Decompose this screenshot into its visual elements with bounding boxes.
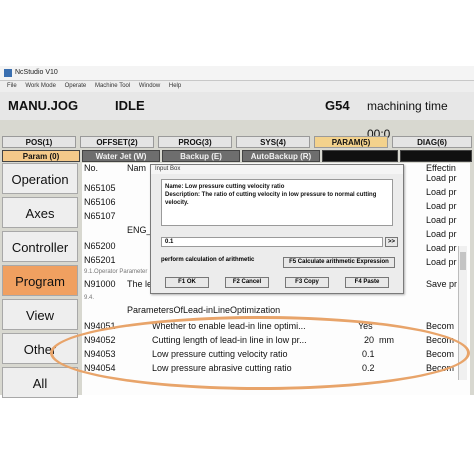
sidebar-item-axes[interactable]: Axes [2,197,78,228]
highlight-oval [50,316,470,390]
ok-button[interactable]: F1 OK [165,277,209,288]
row-code-n65106[interactable]: N65106 [84,197,116,207]
subtab-blank-2[interactable] [400,150,472,162]
header-no: No. [84,163,99,173]
tab-prog[interactable]: PROG(3) [158,136,232,148]
main-tabs: POS(1) OFFSET(2) PROG(3) SYS(4) PARAM(5)… [0,136,474,149]
coord-label: G54 [325,98,350,113]
menu-help[interactable]: Help [169,83,181,89]
eng-label: ENG_ [127,225,152,235]
calculate-expression-button[interactable]: F5 Calculate arithmetic Expression [283,257,395,268]
row-code-n65200[interactable]: N65200 [84,241,116,251]
tab-offset[interactable]: OFFSET(2) [80,136,154,148]
title-bar: NcStudio V10 [0,66,474,81]
row-code-n65201[interactable]: N65201 [84,255,116,265]
effect-load-6: Load pr [426,243,457,253]
tab-pos[interactable]: POS(1) [2,136,76,148]
menu-bar: File Work Mode Operate Machine Tool Wind… [0,81,474,92]
row-name-n91000[interactable]: The le [127,279,152,289]
row-effect-n91000: Save pr [426,279,458,289]
effect-load-3: Load pr [426,201,457,211]
input-box-dialog: Input Box Name: Low pressure cutting vel… [150,164,404,294]
window-title: NcStudio V10 [15,69,58,76]
dialog-description-box: Name: Low pressure cutting velocity rati… [161,179,393,226]
row-code-n91000[interactable]: N91000 [84,279,116,289]
tab-param[interactable]: PARAM(5) [314,136,388,148]
sidebar-item-controller[interactable]: Controller [2,231,78,262]
state-label: IDLE [115,98,145,113]
status-row: MANU.JOG IDLE G54 machining time 00:0 [0,92,474,141]
subtab-autobackup[interactable]: AutoBackup (R) [242,150,320,162]
section-94: 9.4. [84,295,95,301]
menu-machine-tool[interactable]: Machine Tool [95,83,130,89]
effect-load-4: Load pr [426,215,457,225]
dialog-more-button[interactable]: >> [385,237,398,247]
row-code-n65107[interactable]: N65107 [84,211,116,221]
row-code-n65105[interactable]: N65105 [84,183,116,193]
group-title: ParametersOfLead-inLineOptimization [127,305,281,315]
effect-load-5: Load pr [426,229,457,239]
scrollbar-thumb[interactable] [460,252,466,270]
header-name: Nam [127,163,147,173]
menu-operate[interactable]: Operate [65,83,87,89]
sidebar-item-operation[interactable]: Operation [2,163,78,194]
effect-load-1: Load pr [426,173,457,183]
sidebar-item-view[interactable]: View [2,299,78,330]
tab-diag[interactable]: DIAG(6) [392,136,472,148]
effect-load-7: Load pr [426,257,457,267]
dialog-title: Input Box [151,165,403,174]
subtab-blank-1[interactable] [322,150,398,162]
mode-label: MANU.JOG [8,98,79,113]
sub-tabs: Param (0) Water Jet (W) Backup (E) AutoB… [0,150,474,163]
sidebar-item-all[interactable]: All [2,367,78,398]
cancel-button[interactable]: F2 Cancel [225,277,269,288]
subtab-water-jet[interactable]: Water Jet (W) [82,150,160,162]
section-operator: 9.1.Operator Parameter [84,269,148,275]
menu-work-mode[interactable]: Work Mode [25,83,56,89]
dialog-perform-label: perform calculation of arithmetic [161,257,255,263]
dialog-value-input[interactable]: 0.1 [161,237,383,247]
effect-load-2: Load pr [426,187,457,197]
sidebar-item-program[interactable]: Program [2,265,78,296]
subtab-param[interactable]: Param (0) [2,150,80,162]
copy-button[interactable]: F3 Copy [285,277,329,288]
dialog-desc-line: Description: The ratio of cutting veloci… [165,192,377,206]
paste-button[interactable]: F4 Paste [345,277,389,288]
dialog-name-line: Name: Low pressure cutting velocity rati… [165,184,285,190]
menu-file[interactable]: File [7,83,17,89]
header-effect: Effectin [426,163,456,173]
subtab-backup[interactable]: Backup (E) [162,150,240,162]
tab-sys[interactable]: SYS(4) [236,136,310,148]
row-effect: Becom [426,321,455,331]
app-icon [4,69,12,77]
menu-window[interactable]: Window [139,83,160,89]
